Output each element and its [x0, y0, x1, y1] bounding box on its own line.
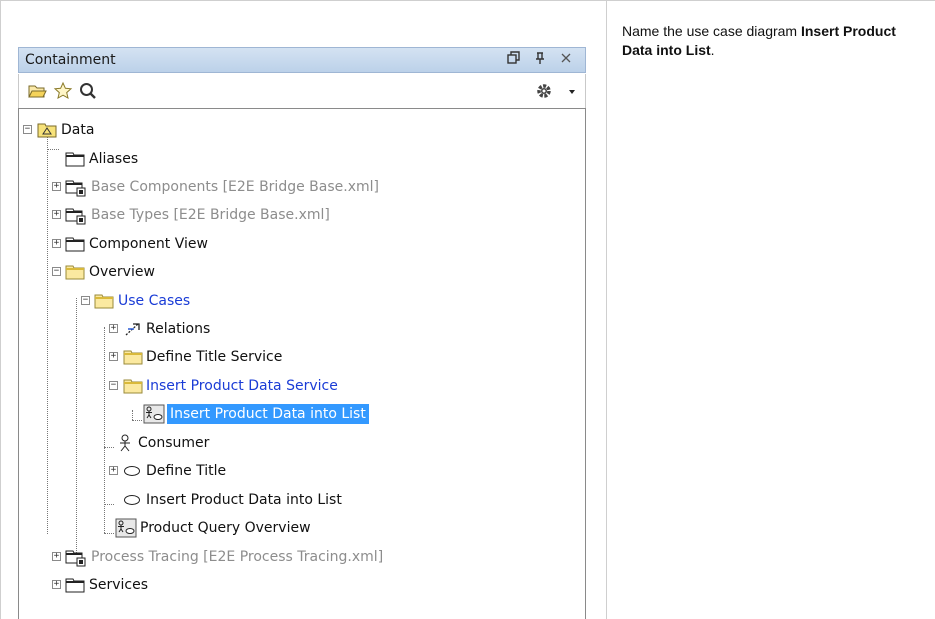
shared-package-icon: [65, 207, 87, 231]
tree-node-label: Process Tracing [E2E Process Tracing.xml…: [91, 549, 384, 565]
actor-icon: [118, 434, 132, 458]
search-icon[interactable]: [78, 81, 98, 101]
shared-package-icon: [65, 549, 87, 573]
package-icon: [65, 236, 85, 258]
package-icon: [65, 577, 85, 599]
table-column-divider: [606, 0, 607, 619]
tree-node-label: Aliases: [89, 151, 139, 167]
expand-toggle[interactable]: +: [52, 182, 61, 191]
table-border-top: [0, 0, 935, 1]
instruction-text: Name the use case diagram Insert Product…: [622, 22, 922, 60]
model-package-icon: [37, 122, 57, 144]
tree-node-label: Product Query Overview: [140, 520, 311, 536]
package-icon: [65, 151, 85, 173]
tree-node[interactable]: − Overview: [19, 262, 579, 282]
tree-node[interactable]: Consumer: [19, 433, 579, 453]
collapse-toggle[interactable]: −: [23, 125, 32, 134]
tree-node[interactable]: − Insert Product Data Service: [19, 376, 579, 396]
tree-node-label: Overview: [89, 264, 155, 280]
expand-toggle[interactable]: +: [109, 324, 118, 333]
tree-node-label: Services: [89, 577, 149, 593]
tree-node-label: Insert Product Data Service: [146, 378, 338, 394]
relations-icon: [124, 321, 142, 343]
tree-node[interactable]: + Base Components [E2E Bridge Base.xml]: [19, 177, 579, 197]
gear-icon[interactable]: [534, 81, 554, 101]
table-border-left: [0, 0, 1, 619]
tree-node[interactable]: + Define Title Service: [19, 347, 579, 367]
instruction-suffix: .: [710, 42, 715, 58]
tree-node[interactable]: + Define Title: [19, 461, 579, 481]
expand-toggle[interactable]: +: [109, 466, 118, 475]
tree-node[interactable]: + Services: [19, 575, 579, 595]
close-icon[interactable]: [557, 51, 575, 69]
collapse-toggle[interactable]: −: [81, 296, 90, 305]
tree-node-label: Base Components [E2E Bridge Base.xml]: [91, 179, 379, 195]
tree-node[interactable]: + Base Types [E2E Bridge Base.xml]: [19, 205, 579, 225]
tree-node-label: Component View: [89, 236, 208, 252]
tree-node-data[interactable]: − Data: [19, 120, 579, 140]
expand-toggle[interactable]: +: [52, 210, 61, 219]
tree-node[interactable]: + Component View: [19, 234, 579, 254]
open-folder-icon[interactable]: [27, 81, 47, 101]
pin-icon[interactable]: [531, 51, 549, 69]
use-case-diagram-icon: [143, 404, 165, 430]
tree-node-selected[interactable]: Insert Product Data into List: [19, 404, 579, 424]
tree-node-label: Data: [61, 122, 95, 138]
dropdown-arrow-icon[interactable]: [562, 81, 582, 101]
tree-node-label: Relations: [146, 321, 211, 337]
tree-node-label: Consumer: [138, 435, 210, 451]
folder-icon: [94, 293, 114, 315]
use-case-diagram-icon: [115, 518, 137, 544]
star-icon[interactable]: [53, 81, 73, 101]
tree-node-label: Base Types [E2E Bridge Base.xml]: [91, 207, 330, 223]
expand-toggle[interactable]: +: [109, 352, 118, 361]
expand-toggle[interactable]: +: [52, 239, 61, 248]
expand-toggle[interactable]: +: [52, 552, 61, 561]
tree-node-label: Insert Product Data into List: [167, 404, 369, 424]
shared-package-icon: [65, 179, 87, 203]
expand-toggle[interactable]: +: [52, 580, 61, 589]
tree-node[interactable]: + Process Tracing [E2E Process Tracing.x…: [19, 547, 579, 567]
folder-icon: [65, 264, 85, 286]
tree-node[interactable]: Product Query Overview: [19, 518, 579, 538]
tree-node-label: Define Title: [146, 463, 227, 479]
panel-title: Containment: [25, 52, 116, 68]
panel-titlebar: Containment: [18, 47, 586, 73]
containment-tree: − Data Aliases + Base Components [E2E Br…: [18, 108, 586, 619]
containment-panel: Containment − Data Aliases + Base Compon…: [18, 47, 586, 619]
use-case-icon: [123, 493, 141, 513]
use-case-icon: [123, 464, 141, 484]
collapse-toggle[interactable]: −: [109, 381, 118, 390]
tree-node-label: Use Cases: [118, 293, 191, 309]
collapse-toggle[interactable]: −: [52, 267, 61, 276]
restore-icon[interactable]: [505, 51, 523, 69]
panel-toolbar: [18, 74, 586, 108]
instruction-prefix: Name the use case diagram: [622, 23, 801, 39]
tree-node-label: Define Title Service: [146, 349, 283, 365]
tree-node[interactable]: Aliases: [19, 149, 579, 169]
tree-node[interactable]: Insert Product Data into List: [19, 490, 579, 510]
tree-node[interactable]: − Use Cases: [19, 291, 579, 311]
tree-node-label: Insert Product Data into List: [146, 492, 342, 508]
folder-icon: [123, 378, 143, 400]
folder-icon: [123, 349, 143, 371]
tree-node[interactable]: + Relations: [19, 319, 579, 339]
